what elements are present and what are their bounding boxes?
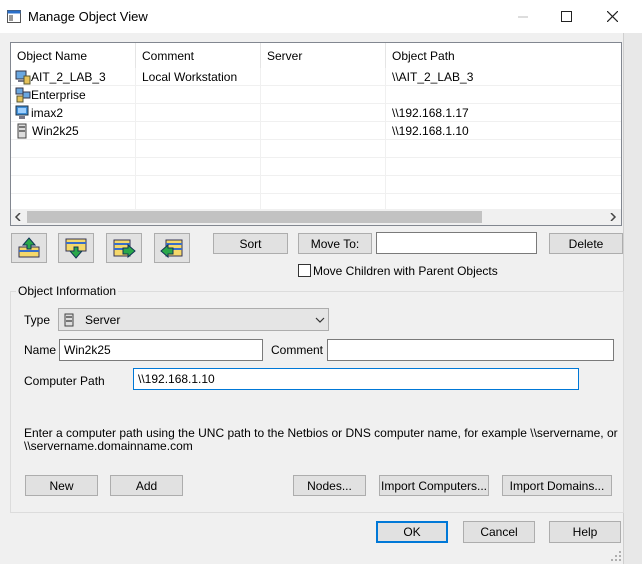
cancel-button[interactable]: Cancel: [463, 521, 535, 543]
table-row[interactable]: AIT_2_LAB_3 Local Workstation \\AIT_2_LA…: [11, 68, 621, 86]
close-icon: [606, 11, 618, 22]
resize-grip-icon[interactable]: [610, 550, 622, 562]
move-right-button[interactable]: [106, 233, 142, 263]
move-children-label[interactable]: Move Children with Parent Objects: [313, 264, 498, 278]
move-down-icon: [65, 238, 87, 259]
cell-object-name: Enterprise: [31, 86, 136, 104]
cell-comment: [142, 122, 261, 140]
cell-server: [261, 68, 386, 86]
minimize-button[interactable]: [500, 0, 546, 33]
cell-server: [261, 104, 386, 122]
cell-comment: [142, 86, 261, 104]
window-title: Manage Object View: [28, 9, 148, 24]
hint-text-line1: Enter a computer path using the UNC path…: [24, 426, 618, 440]
outdent-icon: [160, 239, 183, 259]
ok-button[interactable]: OK: [376, 521, 448, 543]
comment-field[interactable]: [327, 339, 614, 361]
column-header-comment[interactable]: Comment: [136, 43, 261, 69]
table-row[interactable]: imax2 \\192.168.1.17: [11, 104, 621, 122]
cell-object-name: AIT_2_LAB_3: [31, 68, 136, 86]
indent-icon: [113, 239, 136, 259]
column-header-object-name[interactable]: Object Name: [11, 43, 136, 69]
scroll-left-icon[interactable]: [14, 213, 22, 221]
move-to-button[interactable]: Move To:: [298, 233, 372, 254]
list-item: [11, 140, 621, 158]
server-icon: [17, 123, 27, 139]
cell-server: [261, 86, 386, 104]
cell-server: [261, 122, 386, 140]
type-dropdown[interactable]: Server: [58, 308, 329, 331]
maximize-button[interactable]: [543, 0, 589, 33]
table-row[interactable]: Win2k25 \\192.168.1.10: [11, 122, 621, 140]
minimize-icon: [518, 16, 528, 17]
horizontal-scrollbar[interactable]: [11, 209, 621, 225]
window-edge: [623, 33, 642, 564]
cell-object-path: \\192.168.1.10: [392, 124, 469, 138]
scroll-right-icon[interactable]: [609, 213, 617, 221]
type-value: Server: [85, 312, 121, 327]
object-information-title: Object Information: [16, 284, 119, 298]
column-header-object-path[interactable]: Object Path: [386, 43, 621, 69]
help-button[interactable]: Help: [549, 521, 621, 543]
cell-object-path: [392, 86, 621, 104]
import-computers-button[interactable]: Import Computers...: [379, 475, 489, 496]
cell-object-name: Win2k25: [32, 122, 136, 140]
name-label: Name: [24, 343, 57, 357]
workstation-icon: [15, 70, 31, 85]
title-bar[interactable]: Manage Object View: [0, 0, 642, 33]
name-field[interactable]: Win2k25: [59, 339, 263, 361]
cell-object-name: imax2: [31, 104, 136, 122]
move-top-icon: [18, 237, 40, 258]
cell-comment: [142, 104, 261, 122]
nodes-button[interactable]: Nodes...: [293, 475, 366, 496]
sort-button[interactable]: Sort: [213, 233, 288, 254]
move-down-button[interactable]: [58, 233, 94, 263]
computer-icon: [15, 105, 29, 119]
table-row[interactable]: Enterprise: [11, 86, 621, 104]
cell-object-path: \\192.168.1.17: [392, 106, 469, 120]
object-list[interactable]: Object Name Comment Server Object Path A…: [10, 42, 622, 226]
move-to-input[interactable]: [376, 232, 537, 254]
scrollbar-thumb[interactable]: [27, 211, 482, 223]
cell-object-path: \\AIT_2_LAB_3: [392, 70, 474, 84]
move-left-button[interactable]: [154, 233, 190, 263]
cell-comment: Local Workstation: [142, 68, 261, 86]
new-button[interactable]: New: [25, 475, 98, 496]
computer-path-field[interactable]: \\192.168.1.10: [133, 368, 579, 390]
app-icon: [7, 10, 21, 23]
close-button[interactable]: [589, 0, 635, 33]
comment-label: Comment: [271, 343, 324, 357]
delete-button[interactable]: Delete: [549, 233, 623, 254]
chevron-down-icon: [315, 317, 325, 323]
import-domains-button[interactable]: Import Domains...: [502, 475, 612, 496]
computer-path-label: Computer Path: [24, 374, 105, 388]
list-item: [11, 158, 621, 176]
maximize-icon: [560, 11, 572, 22]
server-icon: [64, 313, 74, 326]
add-button[interactable]: Add: [110, 475, 183, 496]
type-label: Type: [24, 313, 51, 327]
move-children-checkbox[interactable]: [298, 264, 311, 277]
column-header-server[interactable]: Server: [261, 43, 386, 69]
list-item: [11, 176, 621, 194]
hint-text-line2: \\servername.domainname.com: [24, 439, 193, 453]
enterprise-icon: [15, 87, 31, 103]
move-to-top-button[interactable]: [11, 233, 47, 263]
